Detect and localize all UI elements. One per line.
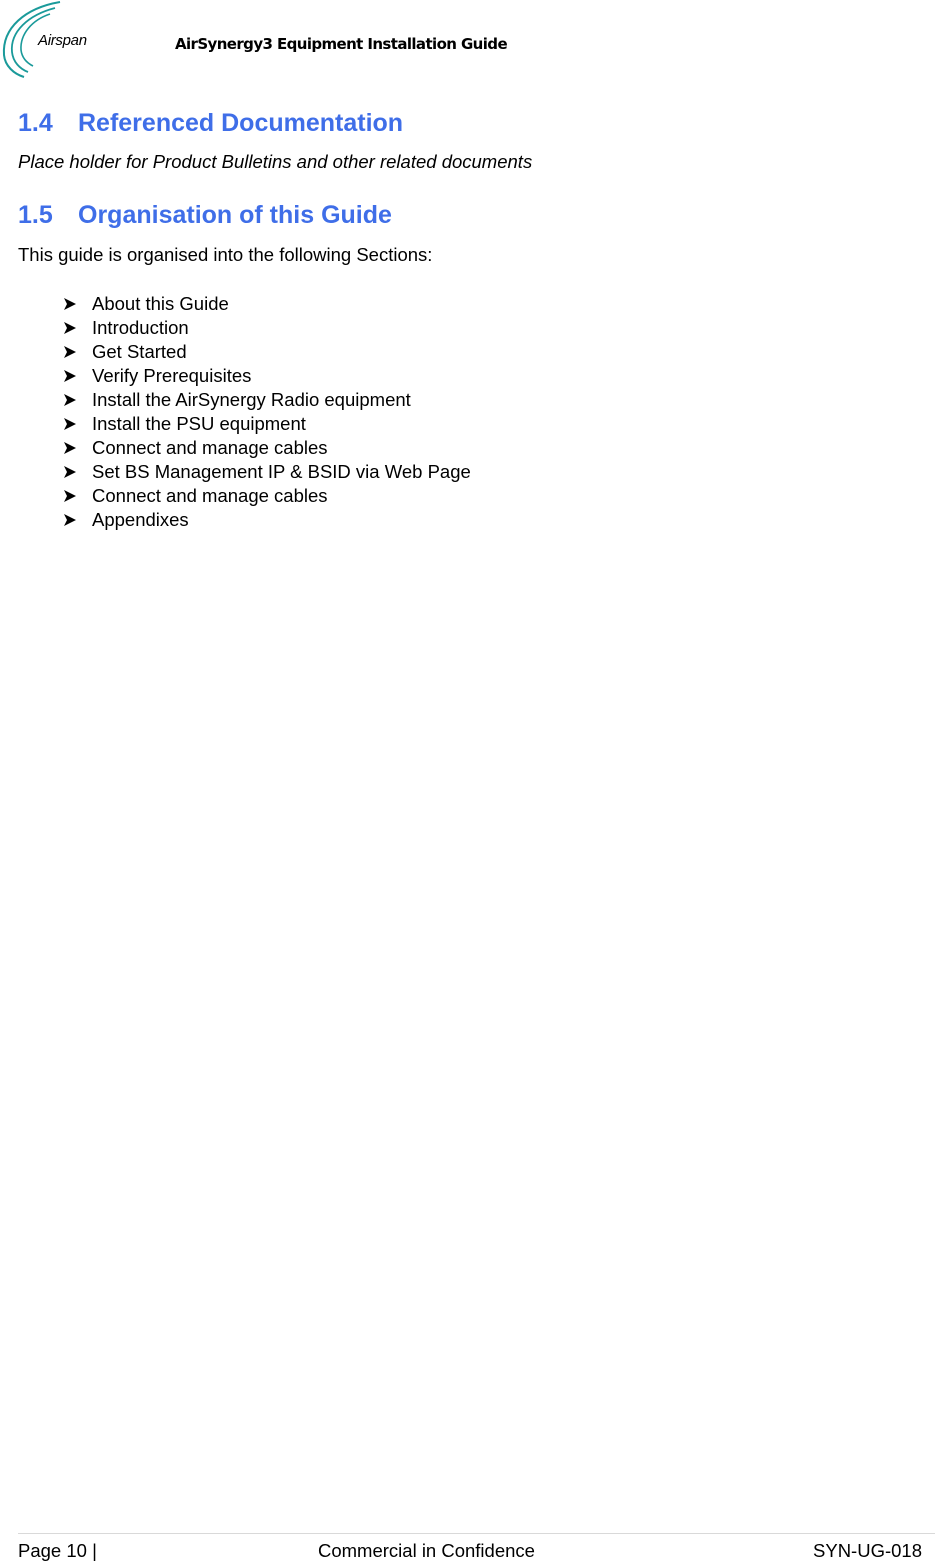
footer-divider bbox=[18, 1533, 935, 1534]
footer-confidentiality: Commercial in Confidence bbox=[318, 1540, 535, 1561]
airspan-logo: Airspan bbox=[0, 0, 115, 80]
arrowhead-bullet-icon bbox=[64, 346, 76, 358]
list-item-label: Install the PSU equipment bbox=[92, 413, 306, 434]
logo-text: Airspan bbox=[38, 32, 87, 49]
section-heading-referenced-documentation: 1.4 Referenced Documentation bbox=[18, 109, 403, 138]
arrowhead-bullet-icon bbox=[64, 394, 76, 406]
organisation-intro-text: This guide is organised into the followi… bbox=[18, 244, 433, 265]
list-item-label: Connect and manage cables bbox=[92, 485, 328, 506]
list-item-label: About this Guide bbox=[92, 293, 229, 314]
section-number: 1.4 bbox=[18, 109, 53, 137]
section-title: Organisation of this Guide bbox=[78, 201, 392, 229]
section-number: 1.5 bbox=[18, 201, 53, 229]
arrowhead-bullet-icon bbox=[64, 466, 76, 478]
list-item-label: Introduction bbox=[92, 317, 189, 338]
list-item-label: Verify Prerequisites bbox=[92, 365, 252, 386]
list-item-label: Connect and manage cables bbox=[92, 437, 328, 458]
footer-page-number: Page 10 | bbox=[18, 1540, 97, 1561]
arrowhead-bullet-icon bbox=[64, 442, 76, 454]
arrowhead-bullet-icon bbox=[64, 322, 76, 334]
arrowhead-bullet-icon bbox=[64, 490, 76, 502]
arrowhead-bullet-icon bbox=[64, 514, 76, 526]
list-item-label: Set BS Management IP & BSID via Web Page bbox=[92, 461, 471, 482]
document-title: AirSynergy3 Equipment Installation Guide bbox=[175, 35, 508, 53]
section-title: Referenced Documentation bbox=[78, 109, 404, 137]
arrowhead-bullet-icon bbox=[64, 418, 76, 430]
footer-document-id: SYN-UG-018 bbox=[813, 1540, 922, 1561]
list-item-label: Appendixes bbox=[92, 509, 189, 530]
list-item-label: Install the AirSynergy Radio equipment bbox=[92, 389, 411, 410]
arrowhead-bullet-icon bbox=[64, 370, 76, 382]
section-heading-organisation: 1.5 Organisation of this Guide bbox=[18, 201, 392, 230]
referenced-documentation-text: Place holder for Product Bulletins and o… bbox=[18, 151, 533, 172]
arrowhead-bullet-icon bbox=[64, 298, 76, 310]
page-header: Airspan AirSynergy3 Equipment Installati… bbox=[0, 0, 935, 85]
list-item-label: Get Started bbox=[92, 341, 187, 362]
